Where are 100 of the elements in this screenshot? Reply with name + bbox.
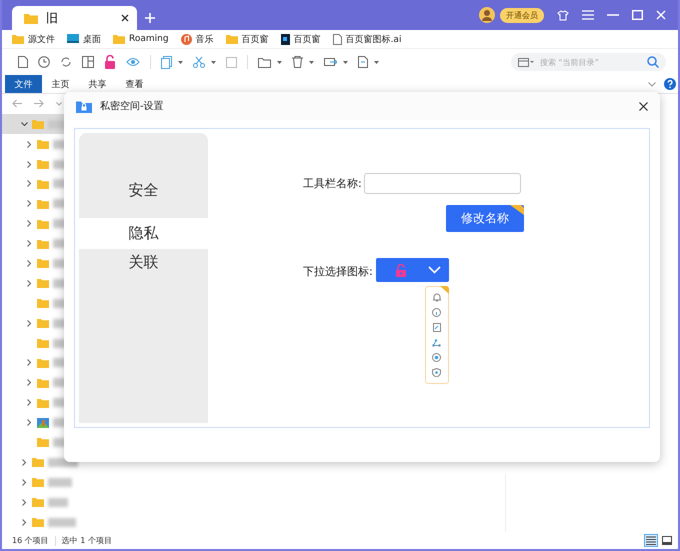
bookmark[interactable]: 桌面	[67, 32, 101, 46]
back-arrow-icon[interactable]	[12, 99, 22, 108]
menu-icon[interactable]	[582, 10, 594, 20]
search-icon[interactable]	[647, 56, 659, 68]
scissors-icon[interactable]	[193, 56, 205, 68]
bookmark-label: 桌面	[83, 34, 101, 46]
chevron-right-icon[interactable]	[27, 140, 31, 148]
icon-dropdown[interactable]	[376, 258, 449, 282]
clock-icon[interactable]	[38, 56, 50, 68]
caret-icon[interactable]	[374, 60, 379, 64]
folder-icon	[32, 477, 44, 488]
new-tab-icon[interactable]	[145, 13, 155, 23]
bookmark[interactable]: 音乐	[180, 32, 214, 46]
bookmark[interactable]: 源文件	[12, 32, 55, 46]
caret-icon[interactable]	[211, 60, 216, 64]
folder-icon	[37, 358, 49, 368]
chevron-right-icon[interactable]	[27, 359, 31, 366]
folder-icon	[37, 278, 49, 288]
shield-icon[interactable]	[432, 368, 442, 377]
folder-icon	[32, 517, 44, 528]
info-icon[interactable]	[432, 308, 442, 318]
rename-button[interactable]: 修改名称	[446, 205, 524, 232]
window-layout-icon[interactable]	[518, 57, 534, 67]
unlocked-padlock-icon[interactable]	[104, 55, 116, 69]
blurred-name	[48, 498, 68, 507]
close-icon[interactable]	[639, 102, 648, 110]
bookmark-label: 百页窗	[242, 34, 269, 46]
chevron-down-icon	[428, 266, 441, 274]
caret-icon[interactable]	[309, 60, 314, 64]
chevron-right-icon[interactable]	[22, 518, 26, 526]
chevron-right-icon[interactable]	[27, 419, 31, 426]
shirt-icon[interactable]	[557, 10, 569, 20]
membership-button[interactable]: 开通会员	[500, 8, 544, 22]
chevron-right-icon[interactable]	[22, 458, 26, 466]
ribbon-tab[interactable]: 共享	[79, 75, 116, 93]
copy-icon[interactable]	[161, 56, 172, 68]
desktop-icon	[67, 34, 79, 44]
folder-icon	[24, 12, 38, 24]
refresh-icon[interactable]	[60, 56, 72, 68]
details-view-button[interactable]	[644, 534, 658, 547]
chevron-right-icon[interactable]	[27, 399, 31, 406]
target-icon[interactable]	[432, 352, 442, 362]
folder-outline-icon[interactable]	[258, 56, 271, 68]
ribbon-tab[interactable]: 主页	[42, 75, 79, 93]
help-icon[interactable]	[664, 78, 676, 90]
forward-arrow-icon[interactable]	[34, 99, 44, 108]
avatar-icon[interactable]	[479, 7, 495, 23]
folder-icon	[32, 497, 44, 508]
chevron-right-icon[interactable]	[27, 280, 31, 287]
folder-icon	[113, 34, 125, 44]
chevron-right-icon[interactable]	[22, 478, 26, 486]
new-file-icon[interactable]	[358, 56, 368, 68]
bookmark-label: Roaming	[129, 34, 169, 44]
chevron-right-icon[interactable]	[27, 379, 31, 386]
bookmark[interactable]: 百页窗	[226, 32, 269, 46]
chevron-right-icon[interactable]	[22, 498, 26, 506]
chevron-right-icon[interactable]	[27, 160, 31, 168]
bookmark[interactable]: 百页窗图标.ai	[332, 32, 402, 46]
chevron-right-icon[interactable]	[27, 220, 31, 228]
caret-icon[interactable]	[277, 60, 282, 64]
maximize-icon[interactable]	[632, 10, 643, 20]
bookmark[interactable]: Roaming	[113, 34, 169, 44]
selection-count: 选中 1 个项目	[62, 535, 112, 546]
settings-nav-item[interactable]: 隐私	[79, 218, 208, 249]
toolbar-name-field[interactable]	[364, 173, 521, 194]
close-icon[interactable]	[121, 14, 129, 22]
ribbon-tab[interactable]: 查看	[116, 75, 153, 93]
eye-icon[interactable]	[126, 57, 140, 67]
chevron-right-icon[interactable]	[27, 260, 31, 267]
bookmark-label: 音乐	[196, 34, 214, 46]
chevron-right-icon[interactable]	[27, 200, 31, 208]
browser-tab[interactable]: 旧	[12, 6, 137, 30]
padlock-icon	[76, 100, 92, 112]
tiles-view-button[interactable]	[660, 534, 674, 547]
chevron-down-icon[interactable]	[20, 122, 28, 126]
folder-icon	[37, 198, 49, 209]
bookmark-label: 源文件	[28, 34, 55, 46]
chevron-right-icon[interactable]	[27, 320, 31, 327]
columns-icon[interactable]	[82, 56, 94, 68]
ribbon-tab[interactable]: 文件	[5, 75, 42, 93]
share-icon[interactable]	[432, 338, 442, 347]
move-icon[interactable]	[324, 56, 337, 68]
search-field[interactable]: 搜索 “当前目录”	[511, 53, 666, 71]
bell-icon[interactable]	[432, 293, 441, 302]
caret-icon[interactable]	[343, 60, 348, 64]
folder-icon	[37, 178, 49, 189]
folder-icon	[226, 34, 238, 44]
document-icon[interactable]	[18, 56, 28, 68]
chevron-right-icon[interactable]	[27, 180, 31, 188]
caret-icon[interactable]	[178, 60, 183, 64]
folder-icon	[32, 119, 44, 130]
bookmark[interactable]: 百页窗	[280, 32, 321, 46]
blurred-name	[48, 518, 76, 527]
dialog-title: 私密空间-设置	[100, 100, 164, 113]
folder-icon	[37, 258, 49, 268]
chevron-right-icon[interactable]	[27, 240, 31, 248]
edit-note-icon[interactable]	[432, 323, 441, 332]
photoshop-file-icon	[280, 34, 290, 44]
trash-icon[interactable]	[292, 56, 303, 68]
bookmark-label: 百页窗图标.ai	[346, 34, 402, 46]
